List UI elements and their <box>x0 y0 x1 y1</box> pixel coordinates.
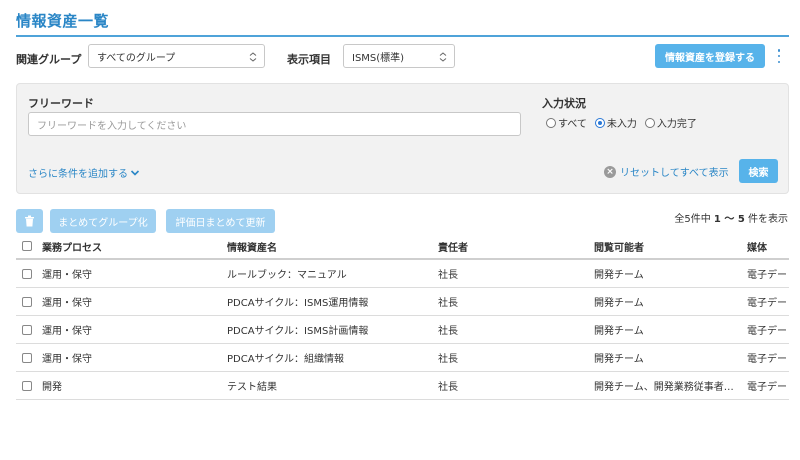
header-viewers[interactable]: 閲覧可能者 <box>594 239 744 254</box>
cell-asset-name[interactable]: PDCAサイクル：組織情報 <box>227 350 344 365</box>
cell-business-process: 運用・保守 <box>42 270 92 281</box>
chevron-down-icon <box>130 169 140 176</box>
delete-button[interactable] <box>16 209 43 233</box>
cell-owner: 社長 <box>438 326 458 337</box>
clear-icon: × <box>604 165 616 178</box>
display-label: 表示項目 <box>287 53 331 66</box>
table-header: 業務プロセス 情報資産名 責任者 閲覧可能者 媒体 <box>16 234 789 260</box>
cell-media: 電子デー <box>747 298 787 309</box>
keyword-label: フリーワード <box>28 97 94 110</box>
table-row[interactable]: 運用・保守 ルールブック：マニュアル 社長 開発チーム 電子デー <box>16 260 789 288</box>
cell-viewers: 開発チーム、開発業務従事者… <box>594 382 734 393</box>
filter-panel: フリーワード フリーワードを入力してください 入力状況 すべて 未入力 入力完了… <box>16 83 789 194</box>
trash-icon <box>25 215 34 227</box>
select-caret-icon <box>249 52 257 62</box>
more-menu-icon[interactable] <box>776 49 782 63</box>
cell-owner: 社長 <box>438 354 458 365</box>
cell-owner: 社長 <box>438 382 458 393</box>
cell-asset-name[interactable]: PDCAサイクル：ISMS運用情報 <box>227 294 368 309</box>
radio-icon <box>644 117 655 128</box>
table-row[interactable]: 開発 テスト結果 社長 開発チーム、開発業務従事者… 電子デー <box>16 372 789 400</box>
cell-business-process: 運用・保守 <box>42 354 92 365</box>
cell-asset-name[interactable]: ルールブック：マニュアル <box>227 266 347 281</box>
status-radio-not-entered[interactable]: 未入力 <box>594 115 637 130</box>
radio-checked-icon <box>594 117 605 128</box>
cell-viewers: 開発チーム <box>594 270 644 281</box>
row-checkbox[interactable] <box>22 380 32 391</box>
cell-viewers: 開発チーム <box>594 298 644 309</box>
select-all-checkbox[interactable] <box>22 241 32 251</box>
search-button[interactable]: 検索 <box>739 159 778 183</box>
cell-owner: 社長 <box>438 298 458 309</box>
row-checkbox[interactable] <box>22 268 32 279</box>
cell-business-process: 運用・保守 <box>42 326 92 337</box>
cell-media: 電子デー <box>747 326 787 337</box>
row-checkbox[interactable] <box>22 296 32 307</box>
cell-asset-name[interactable]: テスト結果 <box>227 378 277 393</box>
cell-business-process: 開発 <box>42 382 62 393</box>
cell-media: 電子デー <box>747 382 787 393</box>
bulk-group-button[interactable]: まとめてグループ化 <box>50 209 156 233</box>
bulk-update-date-button[interactable]: 評価日まとめて更新 <box>166 209 275 233</box>
header-business-process[interactable]: 業務プロセス <box>42 239 102 254</box>
status-radio-group: すべて 未入力 入力完了 <box>546 115 697 130</box>
status-radio-completed[interactable]: 入力完了 <box>644 115 697 130</box>
row-checkbox[interactable] <box>22 324 32 335</box>
status-label: 入力状況 <box>542 97 586 110</box>
title-divider <box>16 35 789 37</box>
asset-table: 業務プロセス 情報資産名 責任者 閲覧可能者 媒体 運用・保守 ルールブック：マ… <box>16 234 789 400</box>
radio-icon <box>546 117 556 128</box>
cell-media: 電子デー <box>747 354 787 365</box>
header-asset-name[interactable]: 情報資産名 <box>227 239 277 254</box>
row-checkbox[interactable] <box>22 352 32 363</box>
register-asset-button[interactable]: 情報資産を登録する <box>655 44 765 68</box>
cell-viewers: 開発チーム <box>594 354 644 365</box>
keyword-input[interactable]: フリーワードを入力してください <box>28 112 521 136</box>
header-owner[interactable]: 責任者 <box>438 239 468 254</box>
table-row[interactable]: 運用・保守 PDCAサイクル：ISMS運用情報 社長 開発チーム 電子デー <box>16 288 789 316</box>
header-media[interactable]: 媒体 <box>747 239 789 254</box>
page-title: 情報資産一覧 <box>16 12 110 30</box>
status-radio-all[interactable]: すべて <box>546 115 587 130</box>
group-select-value: すべてのグループ <box>97 52 176 64</box>
table-row[interactable]: 運用・保守 PDCAサイクル：組織情報 社長 開発チーム 電子デー <box>16 344 789 372</box>
cell-asset-name[interactable]: PDCAサイクル：ISMS計画情報 <box>227 322 368 337</box>
cell-business-process: 運用・保守 <box>42 298 92 309</box>
cell-viewers: 開発チーム <box>594 326 644 337</box>
select-caret-icon <box>439 52 447 62</box>
group-label: 関連グループ <box>16 53 82 66</box>
group-select[interactable]: すべてのグループ <box>88 44 265 68</box>
table-row[interactable]: 運用・保守 PDCAサイクル：ISMS計画情報 社長 開発チーム 電子デー <box>16 316 789 344</box>
result-count: 全5件中 1 〜 5 件を表示 <box>674 214 788 225</box>
keyword-placeholder: フリーワードを入力してください <box>37 120 187 132</box>
display-select[interactable]: ISMS(標準) <box>343 44 455 68</box>
cell-owner: 社長 <box>438 270 458 281</box>
add-condition-link[interactable]: さらに条件を追加する <box>28 165 140 180</box>
cell-media: 電子デー <box>747 270 787 281</box>
display-select-value: ISMS(標準) <box>352 52 405 64</box>
reset-link[interactable]: × リセットしてすべて表示 <box>604 164 729 179</box>
